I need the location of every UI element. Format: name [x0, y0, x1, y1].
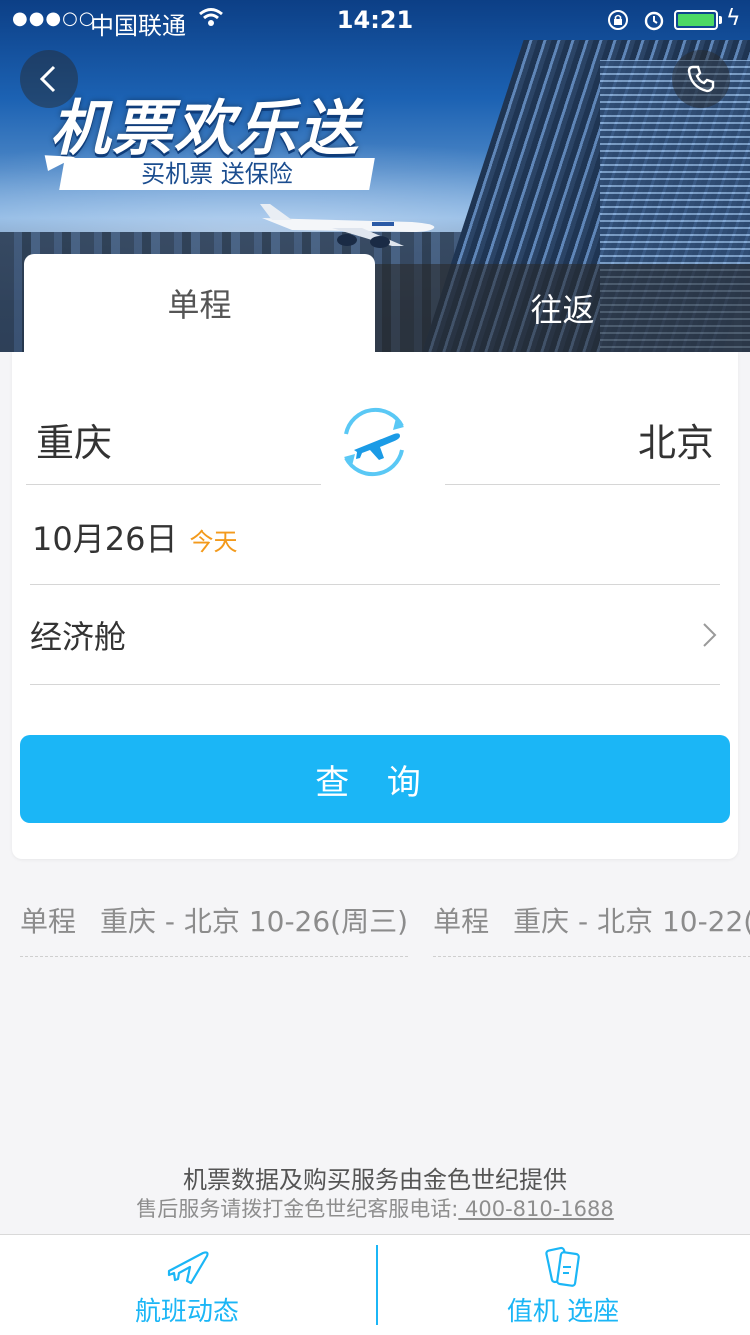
- date-selector[interactable]: 10月26日 今天: [32, 512, 237, 562]
- alarm-icon: [644, 11, 664, 31]
- banner-title: 机票欢乐送: [50, 94, 360, 164]
- status-bar: ●●●○○ 中国联通 14:21 ϟ: [0, 0, 750, 40]
- back-button[interactable]: [20, 50, 78, 108]
- divider: [445, 484, 720, 485]
- rotation-lock-icon: [608, 10, 628, 30]
- airplane-icon: [167, 1251, 209, 1285]
- charging-icon: ϟ: [726, 6, 741, 31]
- divider: [30, 584, 720, 585]
- chevron-left-icon: [39, 65, 56, 93]
- history-route: 重庆 - 北京 10-22(周六): [513, 905, 750, 938]
- nav-label: 航班动态: [134, 1297, 239, 1327]
- history-item[interactable]: 单程重庆 - 北京 10-22(周六): [433, 900, 750, 957]
- cabin-class: 经济舱: [30, 618, 127, 656]
- bottom-nav: 航班动态 值机 选座: [0, 1234, 750, 1335]
- banner-subtitle: 买机票 送保险: [141, 160, 293, 188]
- call-button[interactable]: [672, 50, 730, 108]
- hotline-prefix: 售后服务请拨打金色世纪客服电话:: [136, 1197, 459, 1221]
- tab-one-way[interactable]: 单程: [24, 254, 375, 352]
- history-item[interactable]: 单程 重庆 - 北京 10-26(周三): [20, 900, 409, 957]
- ticket-icon: [545, 1246, 580, 1287]
- history-trip-type: 单程: [20, 905, 77, 938]
- search-card: 重庆 北京 10月26日 今天 经济舱 查 询: [12, 352, 738, 859]
- departure-city[interactable]: 重庆: [36, 412, 112, 467]
- battery-tip: [719, 16, 722, 24]
- hotline-line: 售后服务请拨打金色世纪客服电话: 400-810-1688: [0, 1193, 750, 1223]
- arrival-city[interactable]: 北京: [638, 412, 714, 467]
- clock: 14:21: [336, 6, 414, 34]
- nav-label: 值机 选座: [506, 1297, 620, 1327]
- divider: [30, 684, 720, 685]
- divider: [26, 484, 321, 485]
- hotline-number[interactable]: 400-810-1688: [458, 1197, 614, 1221]
- history-trip-type: 单程: [433, 905, 490, 938]
- history-route: 重庆 - 北京 10-26(周三): [100, 905, 409, 938]
- airliner-image: [260, 204, 435, 248]
- chevron-right-icon: [703, 623, 717, 647]
- nav-flight-status[interactable]: 航班动态: [0, 1235, 374, 1335]
- departure-date: 10月26日: [32, 520, 178, 558]
- swap-cities-icon[interactable]: [332, 400, 416, 484]
- phone-icon: [687, 65, 715, 93]
- search-history: 单程重庆 - 北京 10-26(周三) 单程重庆 - 北京 10-22(周六): [20, 900, 750, 970]
- today-badge: 今天: [189, 527, 238, 556]
- battery-icon: [674, 10, 718, 30]
- search-button[interactable]: 查 询: [20, 735, 730, 823]
- tab-round-trip[interactable]: 往返: [375, 264, 750, 352]
- nav-check-in-seat[interactable]: 值机 选座: [376, 1235, 750, 1335]
- cabin-selector[interactable]: 经济舱: [30, 610, 720, 660]
- provider-text: 机票数据及购买服务由金色世纪提供: [183, 1166, 567, 1194]
